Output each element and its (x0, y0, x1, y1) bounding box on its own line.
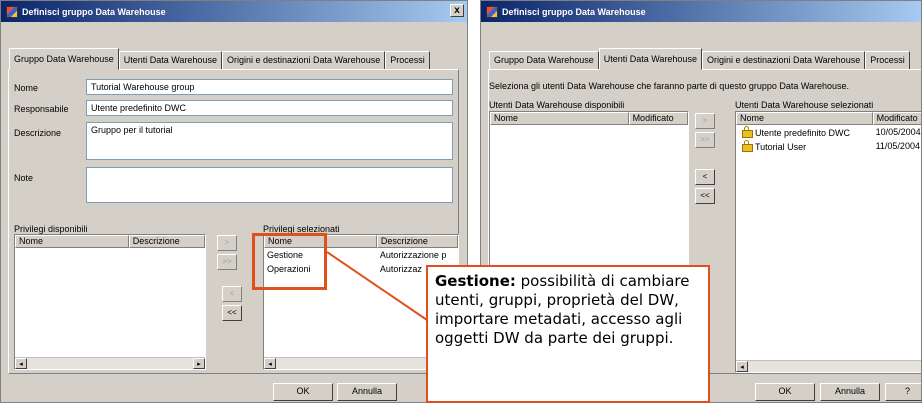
window-title: Definisci gruppo Data Warehouse (22, 6, 166, 17)
user-modified: 10/05/2004 (875, 127, 921, 137)
dialog-define-group-left: Definisci gruppo Data Warehouse x Gruppo… (0, 0, 468, 403)
notes-label: Note (14, 173, 34, 183)
title-bar[interactable]: Definisci gruppo Data Warehouse x (1, 1, 467, 22)
name-label: Nome (14, 83, 39, 93)
column-header-nome[interactable]: Nome (490, 112, 629, 125)
callout-note: Gestione: possibilità di cambiare utenti… (426, 265, 710, 403)
lock-icon (742, 140, 753, 152)
name-field[interactable]: Tutorial Warehouse group (86, 79, 453, 95)
remove-user-button[interactable]: < (695, 169, 715, 185)
list-header: Nome Modificato (736, 112, 921, 125)
column-header-modificato[interactable]: Modificato (628, 112, 688, 125)
app-icon (486, 5, 498, 18)
scroll-left-icon[interactable]: ◂ (264, 358, 276, 369)
scroll-right-icon[interactable]: ▸ (193, 358, 205, 369)
user-name-cell: Tutorial User (736, 140, 873, 152)
window-title: Definisci gruppo Data Warehouse (502, 6, 646, 17)
lock-icon (742, 126, 753, 138)
add-all-users-button[interactable]: >> (695, 132, 715, 148)
cancel-button[interactable]: Annulla (820, 383, 880, 401)
tab-origini-dw[interactable]: Origini e destinazioni Data Warehouse (701, 51, 866, 70)
tab-strip: Gruppo Data Warehouse Utenti Data Wareho… (9, 48, 430, 70)
add-user-button[interactable]: > (695, 113, 715, 129)
tab-utenti-dw[interactable]: Utenti Data Warehouse (598, 48, 702, 70)
remove-all-privileges-button[interactable]: << (222, 305, 242, 321)
column-header-modificato[interactable]: Modificato (872, 112, 921, 125)
notes-field[interactable] (86, 167, 453, 203)
tab-processi[interactable]: Processi (865, 51, 910, 70)
list-header: Nome Modificato (490, 112, 688, 125)
tab-processi[interactable]: Processi (385, 51, 430, 70)
scroll-left-icon[interactable]: ◂ (15, 358, 27, 369)
highlight-box (252, 233, 327, 290)
tab-gruppo-dw[interactable]: Gruppo Data Warehouse (489, 51, 599, 70)
horizontal-scrollbar[interactable]: ◂ ▸ (736, 360, 921, 372)
add-all-privileges-button[interactable]: >> (217, 254, 237, 270)
remove-privilege-button[interactable]: < (222, 286, 242, 302)
help-button[interactable]: ? (885, 383, 921, 401)
selected-users-list[interactable]: Nome Modificato Utente predefinito DWC 1… (735, 111, 921, 373)
tab-origini-dw[interactable]: Origini e destinazioni Data Warehouse (221, 51, 386, 70)
horizontal-scrollbar[interactable]: ◂ ▸ (15, 357, 205, 369)
available-privileges-title: Privilegi disponibili (14, 224, 88, 234)
cancel-button[interactable]: Annulla (337, 383, 397, 401)
scroll-left-icon[interactable]: ◂ (736, 361, 748, 372)
app-icon (6, 5, 18, 18)
column-header-nome[interactable]: Nome (736, 112, 873, 125)
user-name-cell: Utente predefinito DWC (736, 126, 873, 138)
column-header-descrizione[interactable]: Descrizione (376, 235, 458, 248)
tab-gruppo-dw[interactable]: Gruppo Data Warehouse (9, 48, 119, 70)
list-item[interactable]: Tutorial User 11/05/2004 (736, 139, 921, 153)
description-label: Descrizione (14, 128, 62, 138)
privilege-description: Autorizzazione p (379, 250, 447, 260)
available-users-title: Utenti Data Warehouse disponibili (489, 100, 625, 110)
add-privilege-button[interactable]: > (217, 235, 237, 251)
owner-field[interactable]: Utente predefinito DWC (86, 100, 453, 116)
user-modified: 11/05/2004 (875, 141, 920, 151)
list-header: Nome Descrizione (15, 235, 205, 248)
column-header-nome[interactable]: Nome (15, 235, 129, 248)
available-privileges-list[interactable]: Nome Descrizione ◂ ▸ (14, 234, 206, 370)
callout-term: Gestione: (435, 272, 516, 290)
column-header-descrizione[interactable]: Descrizione (128, 235, 205, 248)
ok-button[interactable]: OK (755, 383, 815, 401)
description-field[interactable]: Gruppo per il tutorial (86, 122, 453, 160)
user-name: Utente predefinito DWC (755, 128, 851, 138)
remove-all-users-button[interactable]: << (695, 188, 715, 204)
owner-label: Responsabile (14, 104, 69, 114)
list-item[interactable]: Utente predefinito DWC 10/05/2004 (736, 125, 921, 139)
tab-strip: Gruppo Data Warehouse Utenti Data Wareho… (489, 48, 910, 70)
selected-users-title: Utenti Data Warehouse selezionati (735, 100, 874, 110)
instruction-text: Seleziona gli utenti Data Warehouse che … (489, 81, 850, 91)
ok-button[interactable]: OK (273, 383, 333, 401)
title-bar[interactable]: Definisci gruppo Data Warehouse (481, 1, 921, 22)
user-name: Tutorial User (755, 142, 807, 152)
close-button[interactable]: x (450, 4, 464, 17)
tab-utenti-dw[interactable]: Utenti Data Warehouse (118, 51, 222, 70)
